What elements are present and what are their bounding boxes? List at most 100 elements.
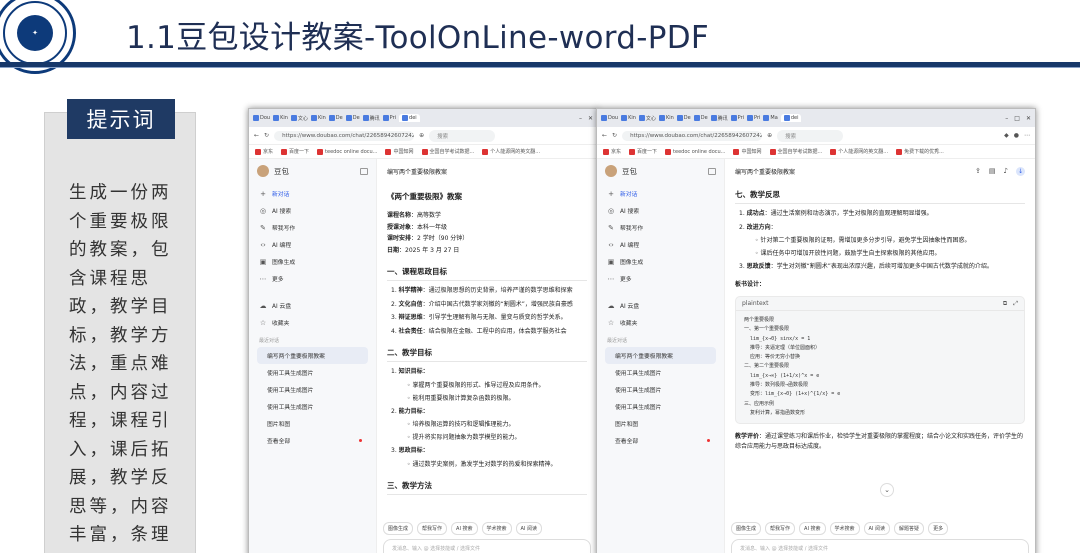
bookmark-item[interactable]: 京东 [603, 148, 621, 155]
share-icon[interactable]: ⇪ [975, 167, 981, 176]
bookmark-item[interactable]: 百度一下 [281, 148, 309, 155]
browser-tab-active[interactable]: dei [780, 114, 802, 122]
browser-tab[interactable]: Kin [621, 115, 636, 121]
sidebar-item-coding[interactable]: ‹› AI 编程 [257, 236, 368, 253]
close-icon[interactable]: ✕ [588, 115, 593, 122]
sidebar-item-cloud[interactable]: ☁ AI 云盘 [257, 297, 368, 314]
history-item[interactable]: 编写两个重要极限教案 [257, 347, 368, 364]
chip-writing[interactable]: 帮我写作 [417, 522, 448, 535]
expand-icon[interactable]: ⤢ [1013, 300, 1018, 308]
bookmark-item[interactable]: teedoc online docu... [665, 148, 725, 155]
sidebar-item-image[interactable]: ▣ 图像生成 [605, 253, 716, 270]
url-field[interactable]: https://www.doubao.com/chat/226589426072… [622, 130, 763, 141]
sidebar-item-ai-search[interactable]: ◎ AI 搜索 [605, 202, 716, 219]
browser-tab[interactable]: Kin [658, 115, 674, 121]
sidebar-toggle-icon[interactable] [360, 167, 368, 175]
browser-tab[interactable]: De [328, 115, 343, 121]
browser-tab[interactable]: Ma [763, 115, 778, 121]
reload-icon[interactable]: ↻ [264, 132, 269, 139]
bookmark-item[interactable]: 京东 [255, 148, 273, 155]
sidebar-item-favorites[interactable]: ☆ 收藏夹 [605, 314, 716, 331]
minimize-icon[interactable]: – [1005, 115, 1008, 122]
extensions-icon[interactable]: ◆ [1004, 132, 1009, 139]
chip-solve[interactable]: 解题答疑 [894, 522, 925, 535]
minimize-icon[interactable]: – [579, 115, 582, 122]
url-field[interactable]: https://www.doubao.com/chat/226589426072… [274, 130, 415, 141]
browser-tab[interactable]: 腾讯 [362, 115, 380, 122]
sidebar-item-new-chat[interactable]: + 新对话 [605, 185, 716, 202]
history-item[interactable]: 编写两个重要极限教案 [605, 347, 716, 364]
history-item[interactable]: 使用工具生成图片 [257, 381, 368, 398]
browser-tab[interactable]: Pri [747, 115, 760, 121]
browser-tab[interactable]: Kin [273, 115, 288, 121]
browser-tab[interactable]: Pri [382, 115, 396, 121]
search-field[interactable]: 搜索 [429, 129, 496, 142]
bookmark-item[interactable]: 中国知网 [385, 148, 414, 155]
history-item[interactable]: 使用工具生成图片 [605, 398, 716, 415]
browser-tab[interactable]: De [693, 115, 708, 121]
sidebar-item-cloud[interactable]: ☁ AI 云盘 [605, 297, 716, 314]
history-item[interactable]: 使用工具生成图片 [605, 381, 716, 398]
browser-tab[interactable]: Kin [310, 115, 326, 121]
sidebar-item-ai-search[interactable]: ◎ AI 搜索 [257, 202, 368, 219]
search-field[interactable]: 搜索 [777, 129, 844, 142]
profile-icon[interactable]: ● [1014, 132, 1019, 139]
chip-writing[interactable]: 帮我写作 [765, 522, 796, 535]
history-item[interactable]: 使用工具生成图片 [257, 398, 368, 415]
download-icon[interactable]: ↓ [1016, 166, 1025, 176]
bell-icon[interactable]: ♪ [1004, 167, 1008, 176]
chip-reading[interactable]: AI 阅读 [515, 522, 543, 535]
translate-icon[interactable]: ⊕ [419, 132, 424, 139]
message-input[interactable]: 发消息、输入 @ 选择技能或 / 选择文件 [731, 539, 1029, 553]
bookmark-item[interactable]: 个人能源网的英文翻... [830, 148, 888, 155]
browser-tab-active[interactable]: dei [399, 114, 420, 122]
chip-image[interactable]: 图像生成 [731, 522, 762, 535]
sidebar-item-new-chat[interactable]: + 新对话 [257, 185, 368, 202]
maximize-icon[interactable]: □ [1014, 115, 1020, 122]
translate-icon[interactable]: ⊕ [767, 132, 772, 139]
bookmark-item[interactable]: 百度一下 [629, 148, 657, 155]
view-all-link[interactable]: 查看全部 [257, 432, 368, 449]
browser-tab[interactable]: Pri [730, 115, 744, 121]
history-item[interactable]: 使用工具生成图片 [605, 364, 716, 381]
browser-tab[interactable]: Dou [601, 115, 618, 121]
message-input[interactable]: 发消息、输入 @ 选择技能或 / 选择文件 [383, 539, 591, 553]
sidebar-toggle-icon[interactable] [708, 167, 716, 175]
sidebar-item-favorites[interactable]: ☆ 收藏夹 [257, 314, 368, 331]
menu-icon[interactable]: ⋯ [1024, 132, 1030, 139]
browser-tab[interactable]: Dou [253, 115, 270, 121]
bookmark-item[interactable]: 个人能源网的英文翻... [482, 148, 540, 155]
chip-academic[interactable]: 学术搜索 [829, 522, 860, 535]
sidebar-item-image[interactable]: ▣ 图像生成 [257, 253, 368, 270]
browser-tab[interactable]: De [345, 115, 360, 121]
view-all-link[interactable]: 查看全部 [605, 432, 716, 449]
copy-icon[interactable]: ⧉ [1003, 300, 1007, 308]
note-icon[interactable]: ▤ [989, 167, 996, 176]
browser-tab[interactable]: De [676, 115, 691, 121]
bookmark-item[interactable]: 中国知网 [733, 148, 762, 155]
sidebar-item-more[interactable]: ⋯ 更多 [605, 270, 716, 287]
bookmark-item[interactable]: 全国自学考试数据... [421, 148, 474, 155]
history-item[interactable]: 图片和图 [605, 415, 716, 432]
bookmark-item[interactable]: 全国自学考试数据... [769, 148, 822, 155]
bookmark-item[interactable]: 免费下载的优秀... [896, 148, 944, 155]
close-icon[interactable]: ✕ [1026, 115, 1031, 122]
bookmark-item[interactable]: teedoc online docu... [317, 148, 377, 155]
chip-ai-search[interactable]: AI 搜索 [799, 522, 826, 535]
browser-tab[interactable]: 文心 [638, 115, 656, 122]
scroll-down-button[interactable]: ⌄ [880, 483, 894, 497]
sidebar-item-writing[interactable]: ✎ 帮我写作 [257, 219, 368, 236]
browser-tab[interactable]: 腾讯 [710, 115, 728, 122]
chip-ai-search[interactable]: AI 搜索 [451, 522, 478, 535]
back-icon[interactable]: ← [602, 132, 607, 139]
sidebar-item-more[interactable]: ⋯ 更多 [257, 270, 368, 287]
browser-tab[interactable]: 文心 [290, 115, 308, 122]
sidebar-item-coding[interactable]: ‹› AI 编程 [605, 236, 716, 253]
history-item[interactable]: 使用工具生成图片 [257, 364, 368, 381]
chip-academic[interactable]: 学术搜索 [481, 522, 512, 535]
sidebar-item-writing[interactable]: ✎ 帮我写作 [605, 219, 716, 236]
chip-reading[interactable]: AI 阅读 [863, 522, 891, 535]
history-item[interactable]: 图片和图 [257, 415, 368, 432]
chip-more[interactable]: 更多 [928, 522, 949, 535]
back-icon[interactable]: ← [254, 132, 259, 139]
